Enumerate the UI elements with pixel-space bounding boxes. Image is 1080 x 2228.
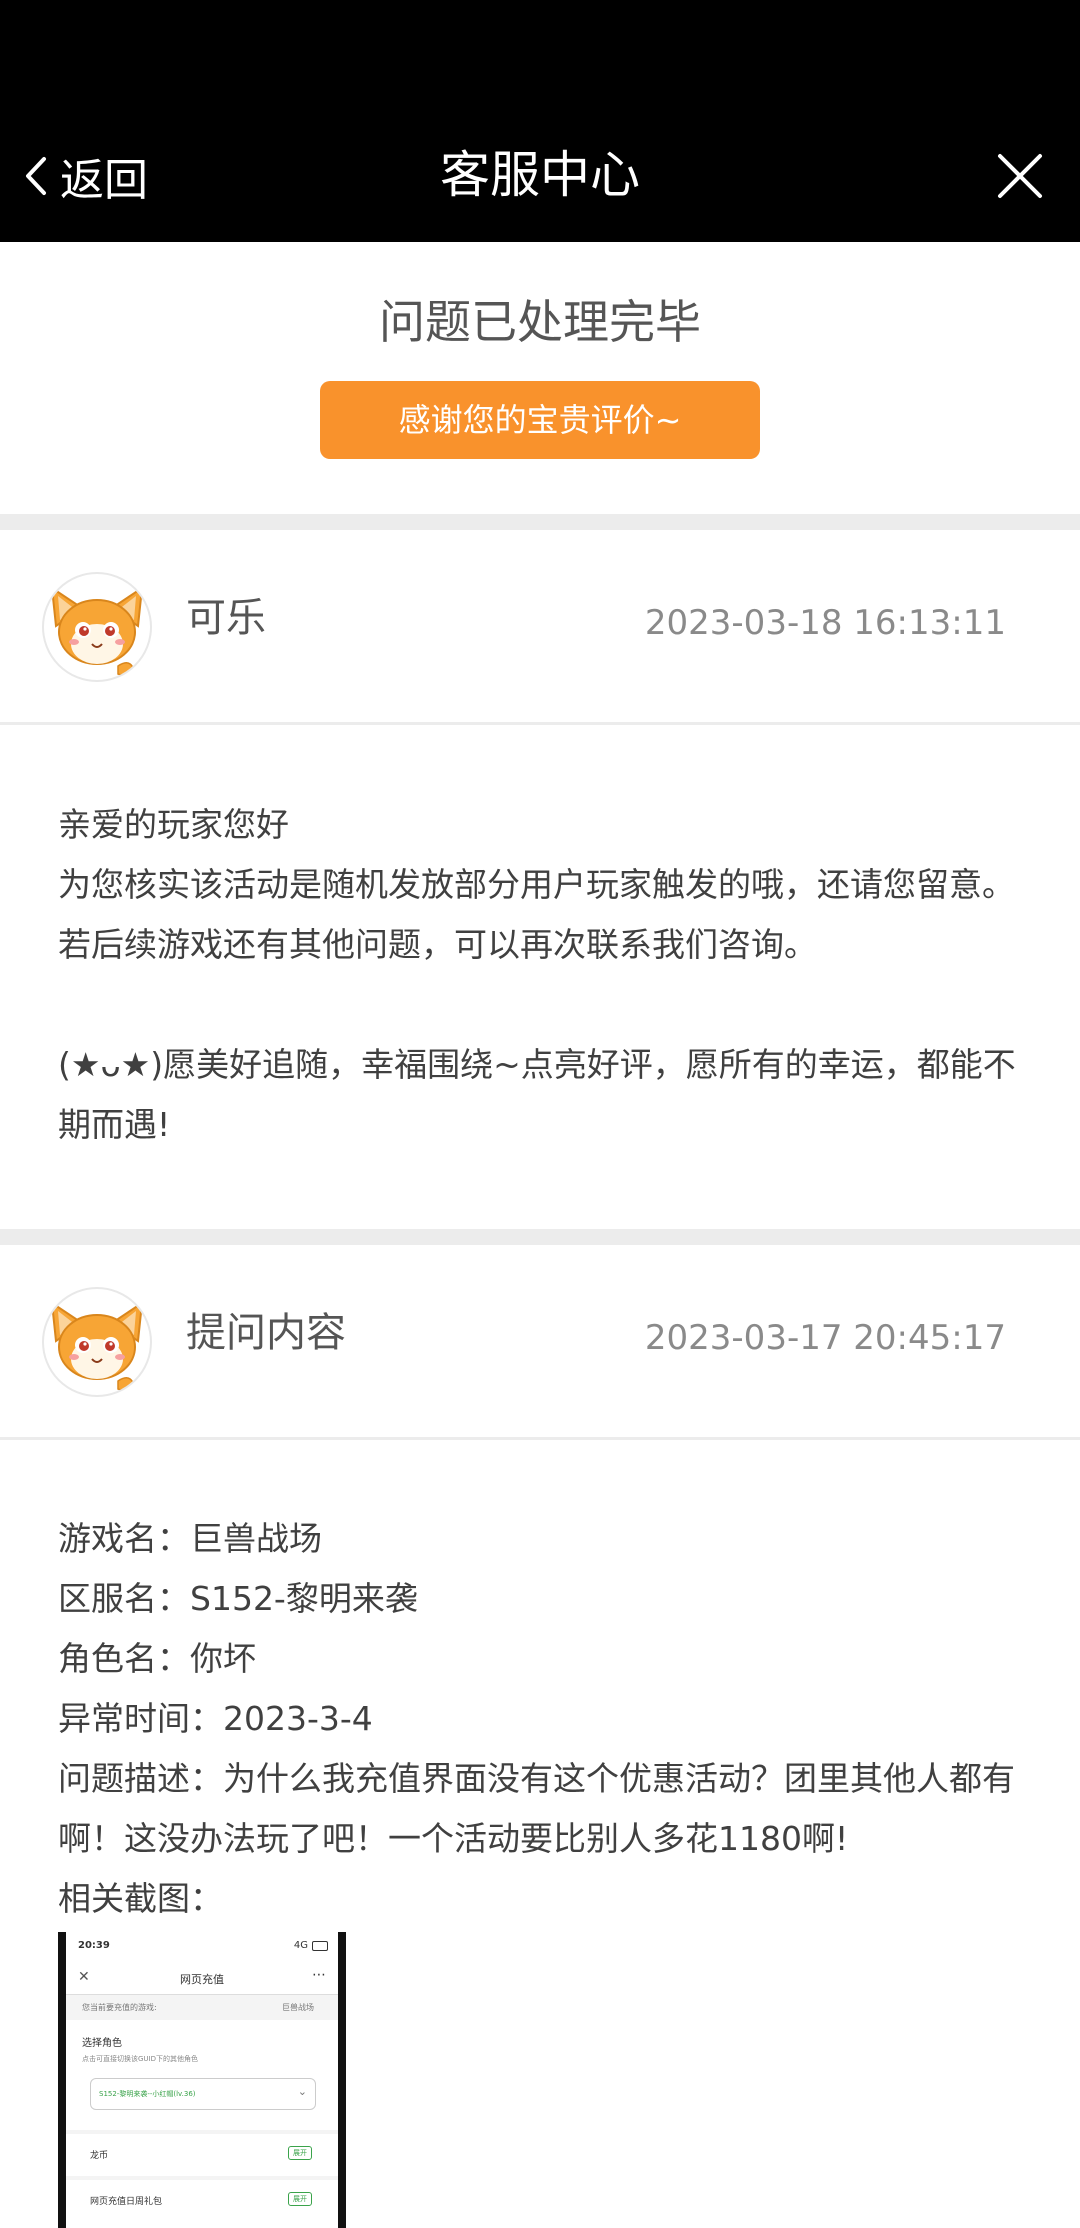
game-name: 游戏名：巨兽战场	[58, 1519, 322, 1558]
shot-select-role: 选择角色	[82, 2038, 122, 2049]
timestamp: 2023-03-17 20:45:17	[644, 1318, 1006, 1358]
reply-header: 可乐 2023-03-18 16:13:11	[0, 530, 1080, 708]
shot-role-select: S152-黎明来袭--小红帽(lv.36) ⌄	[90, 2078, 316, 2110]
question-title: 提问内容	[186, 1310, 346, 1356]
shot-role-value: S152-黎明来袭--小红帽(lv.36)	[99, 2090, 196, 2098]
attached-screenshot[interactable]: 20:39 4G ✕ 网页充值 ⋯ 您当前要充值的游戏: 巨兽战场 选择角色 点…	[58, 1932, 346, 2228]
more-icon: ⋯	[312, 1967, 326, 1983]
shot-game-name: 巨兽战场	[282, 2003, 314, 2012]
shot-game-prompt: 您当前要充值的游戏:	[82, 2003, 157, 2012]
shot-role-hint: 点击可直接切换该GUID下的其他角色	[82, 2055, 199, 2063]
reply-line: 亲爱的玩家您好	[58, 805, 289, 844]
divider	[0, 722, 1080, 725]
shot-item-label: 网页充值日周礼包	[90, 2197, 163, 2207]
question-details: 游戏名：巨兽战场 区服名：S152-黎明来袭 角色名：你坏 异常时间：2023-…	[58, 1509, 1028, 1929]
divider	[0, 1437, 1080, 1440]
section-gap	[0, 1229, 1080, 1245]
shot-role-panel: 选择角色 点击可直接切换该GUID下的其他角色 S152-黎明来袭--小红帽(l…	[66, 2020, 338, 2130]
nav-bar: 返回 客服中心	[0, 110, 1080, 242]
section-gap	[0, 514, 1080, 530]
shot-title: 网页充值	[180, 1973, 224, 1986]
screenshot-label: 相关截图：	[58, 1879, 223, 1918]
screenshot-content: 20:39 4G ✕ 网页充值 ⋯ 您当前要充值的游戏: 巨兽战场 选择角色 点…	[66, 1932, 338, 2228]
reply-message: 亲爱的玩家您好 为您核实该活动是随机发放部分用户玩家触发的哦，还请您留意。若后续…	[58, 795, 1028, 1155]
avatar	[42, 572, 152, 682]
shot-signal: 4G	[293, 1940, 308, 1951]
shot-time: 20:39	[78, 1940, 110, 1951]
shot-status-bar: 20:39 4G	[66, 1932, 338, 1960]
problem-description: 问题描述：为什么我充值界面没有这个优惠活动？团里其他人都有啊！这没办法玩了吧！一…	[58, 1759, 1015, 1858]
cat-avatar-icon	[50, 585, 144, 677]
role-name: 角色名：你坏	[58, 1639, 256, 1678]
shot-game-row: 您当前要充值的游戏: 巨兽战场	[66, 1995, 338, 2019]
reply-line: (★ᴗ★)愿美好追随，幸福围绕~点亮好评，愿所有的幸运，都能不期而遇!	[58, 1045, 1016, 1144]
server-name: 区服名：S152-黎明来袭	[58, 1579, 418, 1618]
close-icon[interactable]	[994, 150, 1046, 202]
shot-expand-tag: 展开	[288, 2192, 312, 2206]
shot-expand-tag: 展开	[288, 2146, 312, 2160]
cat-avatar-icon	[50, 1300, 144, 1392]
status-title: 问题已处理完毕	[379, 295, 701, 349]
error-time: 异常时间：2023-3-4	[58, 1699, 373, 1738]
page-title: 客服中心	[440, 146, 640, 204]
shot-item-label: 龙币	[90, 2151, 109, 2161]
status-bar	[0, 0, 1080, 110]
sender-name: 可乐	[186, 595, 266, 641]
avatar	[42, 1287, 152, 1397]
shot-header: ✕ 网页充值 ⋯	[66, 1960, 338, 1995]
chevron-down-icon: ⌄	[297, 2085, 307, 2098]
question-header: 提问内容 2023-03-17 20:45:17	[0, 1245, 1080, 1423]
reply-line: 为您核实该活动是随机发放部分用户玩家触发的哦，还请您留意。若后续游戏还有其他问题…	[58, 865, 1015, 964]
shot-item-row: 龙币 展开	[66, 2134, 338, 2176]
battery-icon	[312, 1941, 328, 1951]
rate-button[interactable]: 感谢您的宝贵评价~	[320, 381, 760, 459]
timestamp: 2023-03-18 16:13:11	[644, 603, 1006, 643]
status-section: 问题已处理完毕 感谢您的宝贵评价~	[0, 242, 1080, 514]
shot-item-row: 网页充值日周礼包 展开	[66, 2180, 338, 2228]
